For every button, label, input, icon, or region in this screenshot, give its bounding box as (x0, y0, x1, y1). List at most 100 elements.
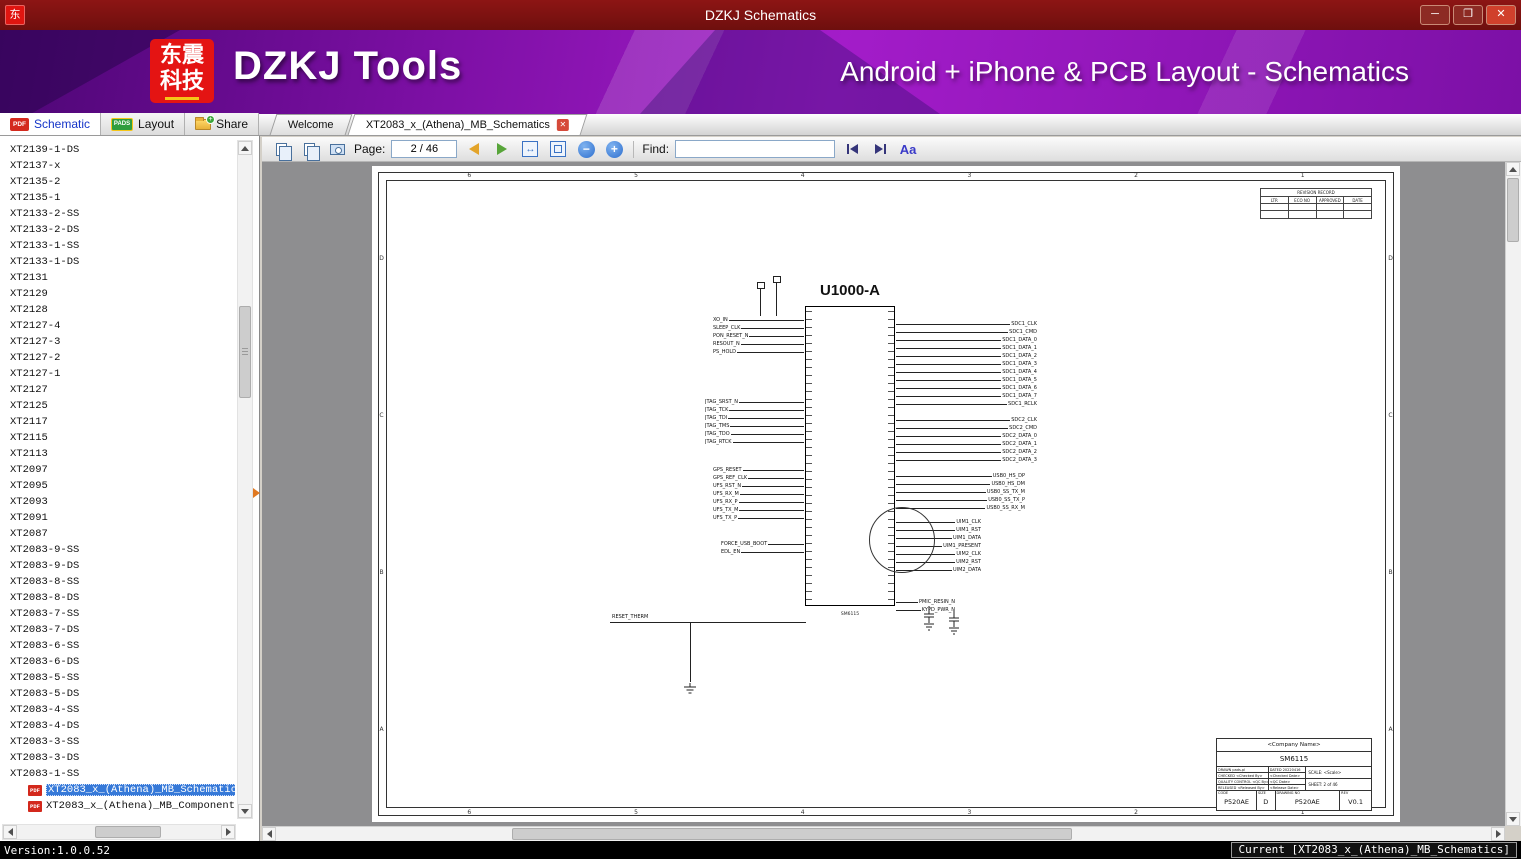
scroll-right-button[interactable] (221, 825, 235, 839)
minimize-button[interactable]: ─ (1420, 5, 1450, 25)
zoom-out-icon: − (578, 141, 595, 158)
file-list-item[interactable]: PDF XT2083-4-DS (0, 718, 235, 734)
scroll-down-button[interactable] (1506, 812, 1520, 826)
snapshot-button[interactable] (326, 139, 348, 160)
capacitor-symbol (948, 610, 960, 636)
find-next-icon (875, 144, 883, 154)
file-list-item[interactable]: PDF XT2083-7-SS (0, 606, 235, 622)
tab-share[interactable]: Share (185, 113, 259, 135)
schematic-circle-annotation (869, 507, 935, 573)
tab-layout[interactable]: PADS Layout (101, 113, 185, 135)
scroll-left-button[interactable] (262, 827, 276, 841)
zoom-out-button[interactable]: − (575, 139, 597, 160)
grid-column-labels: 654321 (386, 171, 1386, 180)
match-case-button[interactable]: Aa (897, 139, 919, 160)
capacitor-symbol (923, 606, 935, 632)
file-list-item[interactable]: PDF XT2083-5-SS (0, 670, 235, 686)
next-page-button[interactable] (491, 139, 513, 160)
scroll-up-button[interactable] (238, 141, 252, 155)
document-tab[interactable]: Welcome (270, 114, 352, 135)
file-list-item[interactable]: PDF XT2133-1-DS (0, 254, 235, 270)
previous-page-button[interactable] (463, 139, 485, 160)
scroll-down-button[interactable] (238, 804, 252, 818)
file-list-item[interactable]: PDF XT2139-1-DS (0, 142, 235, 158)
wire (690, 622, 691, 682)
document-tab[interactable]: XT2083_x_(Athena)_MB_Schematics (347, 114, 587, 135)
file-list-item[interactable]: PDF XT2129 (0, 286, 235, 302)
close-icon[interactable] (557, 119, 569, 131)
file-list-item[interactable]: PDF XT2133-2-SS (0, 206, 235, 222)
file-list-item[interactable]: PDF XT2131 (0, 270, 235, 286)
find-previous-button[interactable] (841, 139, 863, 160)
sheet-title: SM6115 (1217, 752, 1371, 767)
file-list-item[interactable]: PDF XT2127-3 (0, 334, 235, 350)
file-list-item[interactable]: PDF XT2127-1 (0, 366, 235, 382)
multi-page-button[interactable] (298, 139, 320, 160)
file-list-item[interactable]: PDF XT2125 (0, 398, 235, 414)
file-list-item[interactable]: PDF XT2083-7-DS (0, 622, 235, 638)
scrollbar-thumb[interactable] (512, 828, 1072, 840)
content-horizontal-scrollbar[interactable] (262, 826, 1505, 841)
file-list-item[interactable]: PDF XT2083-4-SS (0, 702, 235, 718)
version-label: Version:1.0.0.52 (4, 844, 110, 857)
file-list-item[interactable]: PDF XT2135-1 (0, 190, 235, 206)
file-list-item[interactable]: PDF XT2133-1-SS (0, 238, 235, 254)
file-list-item[interactable]: PDF XT2087 (0, 526, 235, 542)
file-list-item[interactable]: PDF XT2083-8-SS (0, 574, 235, 590)
file-list-item[interactable]: PDF XT2117 (0, 414, 235, 430)
file-list-item[interactable]: PDF XT2113 (0, 446, 235, 462)
sidebar-horizontal-scrollbar[interactable] (2, 824, 236, 840)
file-list-item[interactable]: PDF XT2128 (0, 302, 235, 318)
scroll-up-button[interactable] (1506, 162, 1520, 176)
fit-width-button[interactable]: ↔ (519, 139, 541, 160)
file-list-item[interactable]: PDF XT2083_x_(Athena)_MB_Component_Loc..… (0, 798, 235, 814)
fit-page-button[interactable] (547, 139, 569, 160)
find-next-button[interactable] (869, 139, 891, 160)
close-button[interactable]: ✕ (1486, 5, 1516, 25)
file-list-item[interactable]: PDF XT2127 (0, 382, 235, 398)
power-stub (760, 288, 761, 316)
grid-row-labels: DCBA (377, 180, 386, 808)
file-list-item[interactable]: PDF XT2083-9-DS (0, 558, 235, 574)
page-number-input[interactable] (391, 140, 457, 158)
file-list-item[interactable]: PDF XT2135-2 (0, 174, 235, 190)
sidebar-collapse-handle[interactable] (253, 488, 260, 498)
scrollbar-thumb[interactable] (1507, 178, 1519, 242)
file-list-item[interactable]: PDF XT2083-6-SS (0, 638, 235, 654)
file-list-item[interactable]: PDF XT2091 (0, 510, 235, 526)
viewer-toolbar: Page: ↔ − + Find: Aa (262, 137, 1521, 162)
tab-schematic[interactable]: PDF Schematic (0, 113, 101, 135)
find-input[interactable] (675, 140, 835, 158)
scroll-left-button[interactable] (3, 825, 17, 839)
file-list-item[interactable]: PDF XT2137-x (0, 158, 235, 174)
content-vertical-scrollbar[interactable] (1505, 162, 1521, 826)
file-list-item[interactable]: PDF XT2083-9-SS (0, 542, 235, 558)
maximize-button[interactable]: ❐ (1453, 5, 1483, 25)
copy-page-button[interactable] (270, 139, 292, 160)
match-case-icon: Aa (900, 142, 917, 157)
file-list-item[interactable]: PDF XT2083-5-DS (0, 686, 235, 702)
file-list-item[interactable]: PDF XT2083-6-DS (0, 654, 235, 670)
scrollbar-thumb[interactable] (95, 826, 161, 838)
file-list-item[interactable]: PDF XT2083-3-SS (0, 734, 235, 750)
file-list-item[interactable]: PDF XT2083-8-DS (0, 590, 235, 606)
file-list-item[interactable]: PDF XT2083_x_(Athena)_MB_Schematics (0, 782, 235, 798)
scroll-right-button[interactable] (1491, 827, 1505, 841)
scrollbar-thumb[interactable] (239, 306, 251, 398)
pin-group-left-jtag: JTAG_SRST_NJTAG_TCKJTAG_TDIJTAG_TMSJTAG_… (705, 398, 805, 446)
tab-strip: PDF Schematic PADS Layout Share Welcome … (0, 114, 1521, 136)
file-list-item[interactable]: PDF XT2127-2 (0, 350, 235, 366)
file-list-item[interactable]: PDF XT2083-1-SS (0, 766, 235, 782)
sidebar-vertical-scrollbar[interactable] (237, 140, 253, 819)
file-list-item[interactable]: PDF XT2115 (0, 430, 235, 446)
find-label: Find: (642, 142, 669, 156)
chip-refdes: U1000-A (785, 282, 915, 299)
file-list-item[interactable]: PDF XT2083-3-DS (0, 750, 235, 766)
file-list-item[interactable]: PDF XT2093 (0, 494, 235, 510)
file-list-item[interactable]: PDF XT2133-2-DS (0, 222, 235, 238)
file-list-item[interactable]: PDF XT2097 (0, 462, 235, 478)
file-list-item[interactable]: PDF XT2095 (0, 478, 235, 494)
zoom-in-button[interactable]: + (603, 139, 625, 160)
pin-group-usb: USB0_HS_DPUSB0_HS_DMUSB0_SS_TX_MUSB0_SS_… (895, 472, 1025, 512)
file-list-item[interactable]: PDF XT2127-4 (0, 318, 235, 334)
